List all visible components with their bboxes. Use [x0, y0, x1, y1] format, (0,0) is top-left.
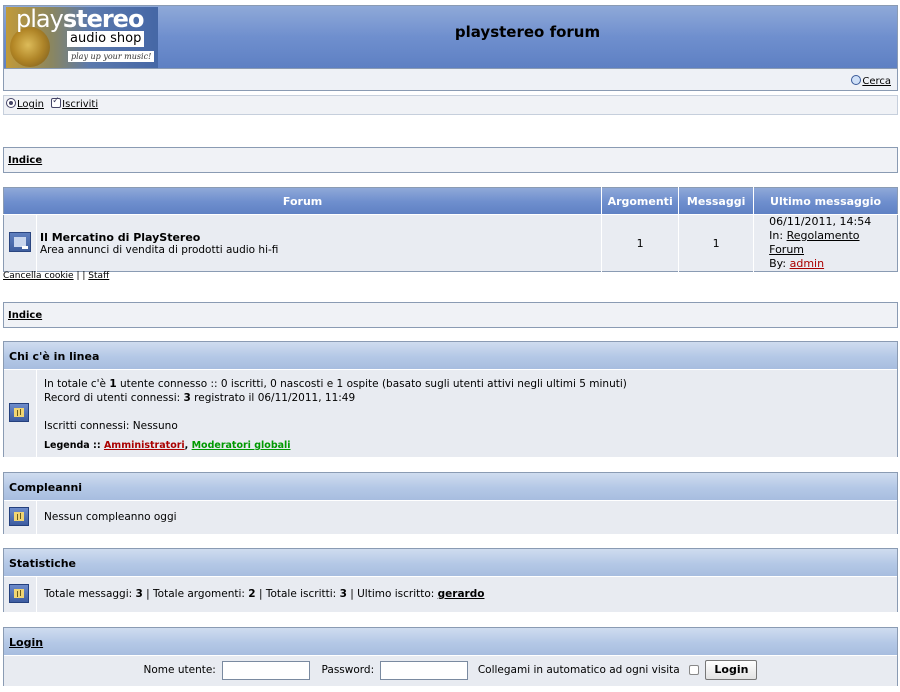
forum-description: Area annunci di vendita di prodotti audi… — [40, 243, 279, 256]
login-title: Login — [4, 628, 897, 656]
header-banner: playstereo audio shop play up your music… — [4, 6, 897, 69]
username-input[interactable] — [222, 660, 311, 680]
col-topics: Argomenti — [601, 187, 679, 215]
user-bar: Login Iscriviti — [3, 95, 898, 115]
username-label: Nome utente: — [143, 664, 216, 676]
newest-member-link[interactable]: gerardo — [438, 588, 485, 600]
login-panel: Login Nome utente: Password: Collegami i… — [3, 627, 898, 686]
staff-link[interactable]: Staff — [88, 271, 109, 281]
autologin-label: Collegami in automatico ad ogni visita — [477, 664, 680, 676]
site-title: playstereo forum — [454, 23, 601, 41]
online-legend: Legenda :: Amministratori, Moderatori gl… — [44, 440, 291, 451]
logo-tagline: play up your music! — [68, 51, 155, 62]
legend-admins-link[interactable]: Amministratori — [104, 440, 185, 451]
forum-post-count: 1 — [678, 214, 754, 272]
login-icon[interactable] — [6, 98, 16, 108]
search-link-label[interactable]: Cerca — [862, 76, 891, 87]
last-post-date: 06/11/2011, 14:54 — [769, 215, 872, 228]
forum-table: Forum Argomenti Messaggi Ultimo messaggi… — [3, 187, 898, 272]
password-input[interactable] — [380, 660, 469, 680]
login-link[interactable]: Login — [17, 99, 44, 110]
forum-last-post: 06/11/2011, 14:54 In: Regolamento Forum … — [753, 214, 898, 272]
logo-stereo-text: stereo — [62, 7, 145, 33]
saxophone-logo-icon — [10, 27, 50, 67]
birthdays-text: Nessun compleanno oggi — [44, 511, 177, 523]
register-link[interactable]: Iscriviti — [62, 99, 98, 110]
registered-online: Iscritti connessi: Nessuno — [44, 420, 178, 432]
table-row: Il Mercatino di PlayStereo Area annunci … — [3, 214, 898, 272]
index-link-bottom[interactable]: Indice — [8, 310, 42, 321]
logo-play-text: play — [16, 7, 64, 33]
site-logo[interactable]: playstereo audio shop play up your music… — [6, 7, 158, 68]
forum-title-link[interactable]: Il Mercatino di PlayStereo — [40, 231, 200, 244]
who-is-online-title: Chi c'è in linea — [4, 342, 897, 370]
legend-moderators-link[interactable]: Moderatori globali — [192, 440, 291, 451]
login-title-link[interactable]: Login — [9, 636, 43, 649]
statistics-text: Totale messaggi: 3 | Totale argomenti: 2… — [44, 588, 485, 600]
site-header: playstereo audio shop play up your music… — [3, 5, 898, 91]
stats-icon — [9, 403, 29, 422]
register-icon[interactable] — [51, 96, 62, 108]
statistics-icon — [9, 584, 29, 603]
last-post-author-link[interactable]: admin — [790, 257, 824, 270]
delete-cookies-link[interactable]: Cancella cookie — [3, 271, 74, 281]
forum-topic-count: 1 — [601, 214, 679, 272]
search-link[interactable]: Cerca — [851, 75, 891, 87]
online-details: In totale c'è 1 utente connesso :: 0 isc… — [44, 370, 897, 453]
birthdays-panel: Compleanni Nessun compleanno oggi — [3, 472, 898, 534]
who-is-online-panel: Chi c'è in linea In totale c'è 1 utente … — [3, 341, 898, 457]
index-link[interactable]: Indice — [8, 155, 42, 166]
login-form: Nome utente: Password: Collegami in auto… — [4, 656, 897, 686]
breadcrumb-top: Indice — [3, 147, 898, 173]
birthdays-title: Compleanni — [4, 473, 897, 501]
footer-links: Cancella cookie | | Staff — [3, 271, 110, 281]
forum-folder-icon — [9, 231, 31, 252]
last-post-topic-link[interactable]: Regolamento Forum — [769, 229, 859, 256]
autologin-checkbox[interactable] — [689, 665, 700, 675]
birthday-stats-icon — [9, 507, 29, 526]
password-label: Password: — [321, 664, 375, 676]
col-forum: Forum — [282, 194, 323, 208]
login-button[interactable]: Login — [705, 660, 758, 680]
col-last-post: Ultimo messaggio — [753, 187, 898, 215]
forum-table-header: Forum Argomenti Messaggi Ultimo messaggi… — [3, 187, 898, 215]
col-posts: Messaggi — [678, 187, 754, 215]
statistics-panel: Statistiche Totale messaggi: 3 | Totale … — [3, 548, 898, 612]
search-icon[interactable] — [851, 75, 862, 85]
logo-subtitle: audio shop — [67, 31, 145, 47]
breadcrumb-bottom: Indice — [3, 302, 898, 328]
statistics-title: Statistiche — [4, 549, 897, 577]
